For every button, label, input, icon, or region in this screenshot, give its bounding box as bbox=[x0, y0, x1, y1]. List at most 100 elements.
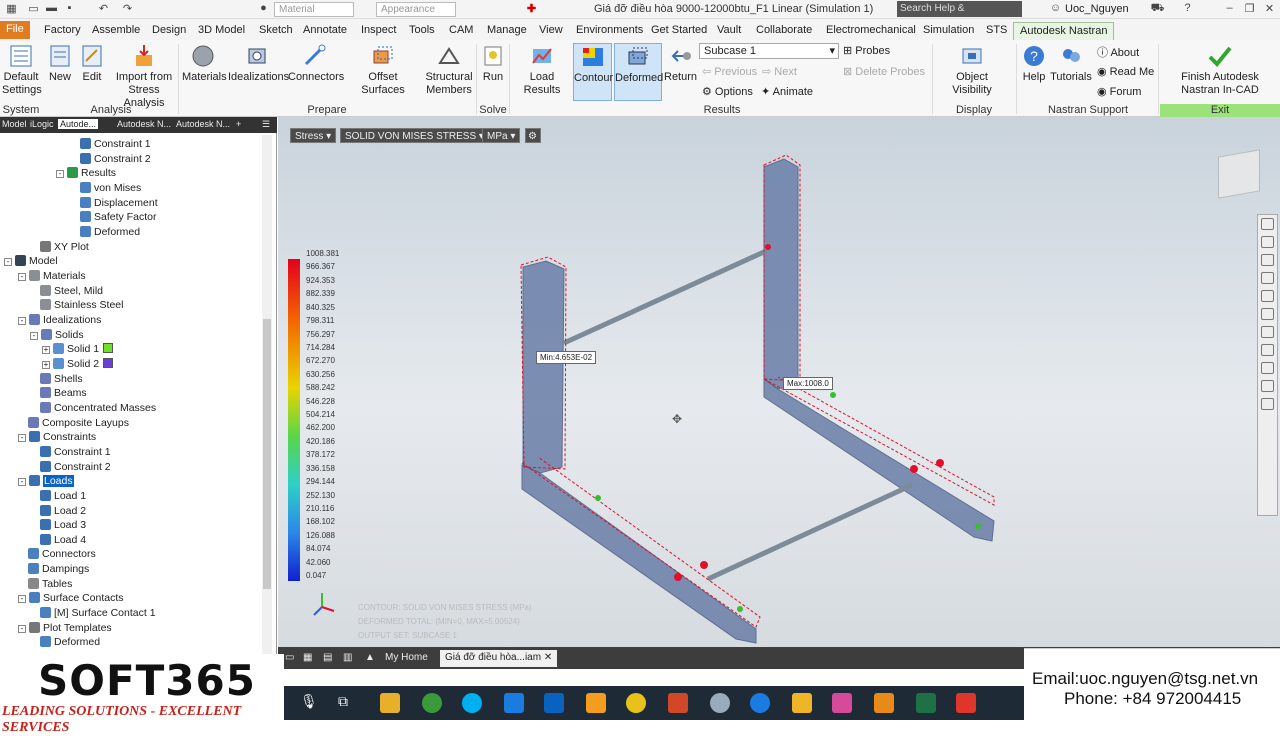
tree-item-concentrated-masses[interactable]: Concentrated Masses bbox=[40, 401, 156, 415]
collapse-icon[interactable]: - bbox=[30, 331, 38, 340]
tree-item-beams[interactable]: Beams bbox=[40, 386, 87, 400]
tree-item-solids[interactable]: - Solids bbox=[30, 328, 84, 342]
tree-item-constraint-2[interactable]: Constraint 2 bbox=[80, 152, 151, 166]
orbit-icon[interactable] bbox=[1261, 272, 1274, 284]
tree-item-stainless-steel[interactable]: Stainless Steel bbox=[40, 298, 123, 312]
my-home-tab[interactable]: My Home bbox=[380, 650, 433, 667]
options-button[interactable]: ⚙ Options bbox=[702, 85, 753, 98]
tree-item-constraints[interactable]: - Constraints bbox=[18, 430, 96, 444]
idealizations-button[interactable]: Idealizations bbox=[228, 43, 289, 84]
tree-item-constraint-2[interactable]: Constraint 2 bbox=[40, 460, 111, 474]
chrome-icon[interactable] bbox=[626, 693, 646, 713]
collapse-icon[interactable]: - bbox=[18, 434, 26, 443]
tree-item-displacement[interactable]: Displacement bbox=[80, 196, 158, 210]
expand-icon[interactable]: + bbox=[42, 360, 50, 369]
browser-scrollbar[interactable] bbox=[262, 135, 272, 655]
help-button[interactable]: ? Help bbox=[1020, 43, 1048, 84]
tree-item-dampings[interactable]: Dampings bbox=[28, 562, 89, 576]
group-nastran-support[interactable]: Nastran Support bbox=[1018, 104, 1158, 116]
browser-tab-0[interactable]: Model bbox=[2, 119, 27, 129]
app-menu-icon[interactable]: ▦ bbox=[4, 2, 19, 17]
import-stress-button[interactable]: Import from Stress Analysis bbox=[112, 43, 176, 110]
read-me-button[interactable]: ◉ Read Me bbox=[1097, 65, 1154, 78]
outlook-icon[interactable] bbox=[544, 693, 564, 713]
app-icon[interactable] bbox=[422, 693, 442, 713]
scroll-thumb[interactable] bbox=[263, 319, 271, 589]
help-icon[interactable]: ? bbox=[1180, 2, 1195, 17]
browser-tab-2[interactable]: Autode... bbox=[58, 119, 99, 129]
file-explorer-icon[interactable] bbox=[380, 693, 400, 713]
tree-item-surface-contacts[interactable]: - Surface Contacts bbox=[18, 591, 124, 605]
view-face-icon[interactable] bbox=[1261, 344, 1274, 356]
run-button[interactable]: Run bbox=[480, 43, 506, 84]
tab-electromechanical[interactable]: Electromechanical bbox=[820, 22, 922, 40]
tree-item-deformed[interactable]: Deformed bbox=[40, 635, 100, 649]
tab-design[interactable]: Design bbox=[146, 22, 192, 40]
deformed-button[interactable]: Deformed bbox=[614, 43, 663, 101]
tree-item-composite-layups[interactable]: Composite Layups bbox=[28, 416, 129, 430]
tree-item-connectors[interactable]: Connectors bbox=[28, 547, 96, 561]
free-orbit-icon[interactable] bbox=[1261, 362, 1274, 374]
tree-item-safety-factor[interactable]: Safety Factor bbox=[80, 210, 156, 224]
structural-members-button[interactable]: Structural Members bbox=[424, 43, 474, 97]
app-icon[interactable] bbox=[710, 693, 730, 713]
user-name[interactable]: Uoc_Nguyen bbox=[1065, 3, 1129, 15]
cart-icon[interactable]: ⛟ bbox=[1150, 2, 1165, 17]
offset-surfaces-button[interactable]: Offset Surfaces bbox=[348, 43, 418, 97]
tab-file[interactable]: File bbox=[0, 21, 30, 39]
tree-item-model[interactable]: - Model bbox=[4, 254, 58, 268]
tree-item-materials[interactable]: - Materials bbox=[18, 269, 86, 283]
about-button[interactable]: ⓘ About bbox=[1097, 44, 1139, 60]
viewcube[interactable] bbox=[1218, 149, 1260, 199]
tree-item-von-mises[interactable]: von Mises bbox=[80, 181, 141, 195]
tree-item-idealizations[interactable]: - Idealizations bbox=[18, 313, 101, 327]
animate-button[interactable]: ✦ Animate bbox=[761, 85, 813, 98]
zoom-icon[interactable] bbox=[1261, 254, 1274, 266]
tab-autodesk-nastran[interactable]: Autodesk Nastran bbox=[1013, 22, 1115, 40]
user-icon[interactable]: ☺ bbox=[1048, 2, 1063, 17]
tree-item-load-2[interactable]: Load 2 bbox=[40, 504, 86, 518]
add-tab-icon[interactable]: + bbox=[236, 119, 241, 129]
zoom-all-icon[interactable] bbox=[1261, 326, 1274, 338]
look-at-icon[interactable] bbox=[1261, 290, 1274, 302]
tab-environments[interactable]: Environments bbox=[570, 22, 649, 40]
tree-item-load-1[interactable]: Load 1 bbox=[40, 489, 86, 503]
new-file-icon[interactable]: ▭ bbox=[26, 2, 41, 17]
tab-assemble[interactable]: Assemble bbox=[86, 22, 146, 40]
next-button[interactable]: ⇨ Next bbox=[762, 65, 797, 78]
document-tab[interactable]: Giá đỡ điều hòa...iam ✕ bbox=[440, 650, 558, 667]
tab-inspect[interactable]: Inspect bbox=[355, 22, 402, 40]
tile-horizontal-icon[interactable]: ▤ bbox=[318, 650, 337, 667]
skype-icon[interactable] bbox=[462, 693, 482, 713]
task-view-icon[interactable]: ⧉ bbox=[338, 693, 358, 713]
tree-item-deformed[interactable]: Deformed bbox=[80, 225, 140, 239]
tab-factory[interactable]: Factory bbox=[38, 22, 87, 40]
probes-button[interactable]: ⊞ Probes bbox=[843, 44, 890, 57]
microphone-icon[interactable]: 🎙 bbox=[300, 693, 320, 713]
excel-icon[interactable] bbox=[916, 693, 936, 713]
tab-view[interactable]: View bbox=[533, 22, 569, 40]
app-icon[interactable] bbox=[792, 693, 812, 713]
chevron-up-icon[interactable]: ▲ bbox=[360, 650, 380, 667]
close-icon[interactable]: ✕ bbox=[544, 652, 552, 663]
next-view-icon[interactable] bbox=[1261, 398, 1274, 410]
tree-item-plot-templates[interactable]: - Plot Templates bbox=[18, 621, 112, 635]
tree-item-constraint-1[interactable]: Constraint 1 bbox=[80, 137, 151, 151]
app-icon[interactable] bbox=[586, 693, 606, 713]
close-icon[interactable]: ✕ bbox=[1262, 2, 1277, 17]
app-icon[interactable] bbox=[956, 693, 976, 713]
finish-nastran-button[interactable]: Finish Autodesk Nastran In-CAD bbox=[1162, 43, 1278, 97]
redo-icon[interactable]: ↷ bbox=[120, 2, 135, 17]
connectors-button[interactable]: Connectors bbox=[288, 43, 344, 84]
minimize-icon[interactable]: – bbox=[1222, 2, 1237, 17]
browser-tab-4[interactable]: Autodesk N... bbox=[176, 119, 230, 129]
collapse-icon[interactable]: - bbox=[18, 478, 26, 487]
previous-view-icon[interactable] bbox=[1261, 380, 1274, 392]
tutorials-button[interactable]: Tutorials bbox=[1050, 43, 1092, 84]
forum-button[interactable]: ◉ Forum bbox=[1097, 85, 1141, 98]
app-icon[interactable] bbox=[832, 693, 852, 713]
tree-item-tables[interactable]: Tables bbox=[28, 577, 72, 591]
object-visibility-button[interactable]: Object Visibility bbox=[936, 43, 1008, 97]
tile-grid-icon[interactable]: ▦ bbox=[298, 650, 317, 667]
graphics-window[interactable]: Stress ▾ SOLID VON MISES STRESS ▾ MPa ▾ … bbox=[278, 117, 1280, 647]
